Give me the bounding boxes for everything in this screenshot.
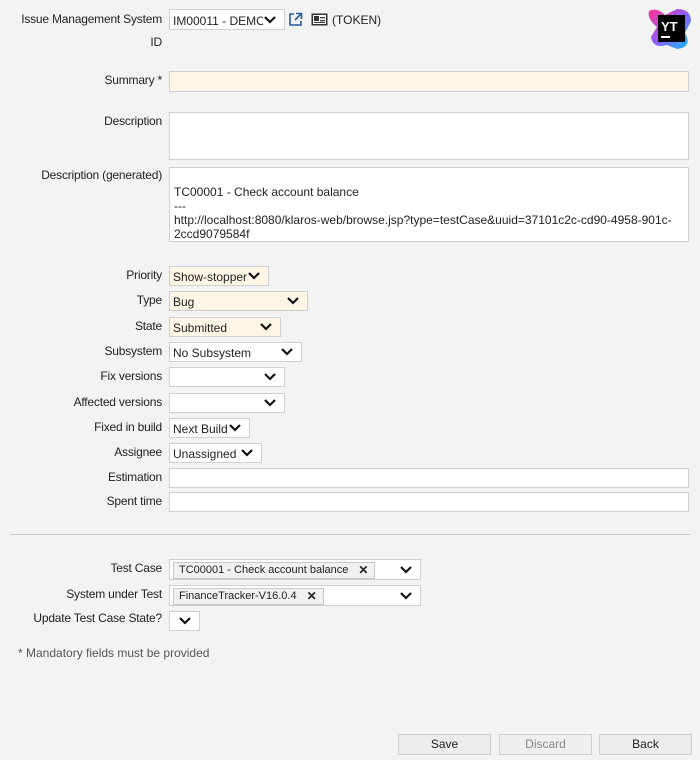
fix-versions-select[interactable] bbox=[169, 367, 285, 387]
youtrack-logo: YT bbox=[647, 7, 694, 52]
chevron-down-icon bbox=[286, 296, 302, 306]
section-divider bbox=[10, 534, 691, 535]
assignee-value: Unassigned bbox=[173, 447, 237, 461]
chevron-down-icon bbox=[259, 322, 275, 332]
test-case-tag-label: TC00001 - Check account balance bbox=[179, 564, 349, 576]
ims-id-value: IM00011 - DEMO bbox=[173, 13, 263, 28]
subsystem-value: No Subsystem bbox=[173, 346, 252, 360]
ims-id-label-line2: ID bbox=[150, 35, 162, 49]
subsystem-select[interactable]: No Subsystem bbox=[169, 342, 302, 362]
update-test-case-state-label: Update Test Case State? bbox=[33, 611, 162, 625]
spent-time-input[interactable] bbox=[169, 492, 689, 512]
system-under-test-select[interactable]: FinanceTracker-V16.0.4 ✕ bbox=[169, 585, 421, 606]
chevron-down-icon bbox=[263, 372, 279, 382]
state-value: Submitted bbox=[173, 321, 228, 335]
save-button[interactable]: Save bbox=[398, 734, 491, 755]
test-case-label: Test Case bbox=[110, 561, 162, 575]
priority-value: Show-stopper bbox=[173, 270, 247, 284]
state-select[interactable]: Submitted bbox=[169, 317, 281, 337]
priority-label: Priority bbox=[126, 268, 162, 282]
summary-label: Summary * bbox=[104, 73, 162, 87]
remove-tag-icon[interactable]: ✕ bbox=[358, 563, 368, 577]
chevron-down-icon bbox=[178, 616, 194, 626]
chevron-down-icon bbox=[228, 423, 244, 433]
fixed-in-build-value: Next Build bbox=[173, 422, 228, 436]
estimation-label: Estimation bbox=[107, 470, 162, 484]
id-card-icon[interactable] bbox=[311, 13, 328, 29]
system-under-test-tag-label: FinanceTracker-V16.0.4 bbox=[179, 590, 297, 602]
chevron-down-icon bbox=[399, 565, 415, 575]
type-select[interactable]: Bug bbox=[169, 291, 308, 311]
chevron-down-icon bbox=[263, 15, 279, 25]
external-link-icon[interactable] bbox=[288, 12, 303, 30]
generated-line: TC00001 - Check account balance bbox=[174, 185, 359, 199]
description-generated-label: Description (generated) bbox=[41, 168, 162, 182]
system-under-test-tag: FinanceTracker-V16.0.4 ✕ bbox=[173, 587, 324, 605]
type-label: Type bbox=[136, 293, 162, 307]
chevron-down-icon bbox=[263, 398, 279, 408]
affected-versions-select[interactable] bbox=[169, 393, 285, 413]
generated-line: http://localhost:8080/klaros-web/browse.… bbox=[174, 213, 672, 227]
fixed-in-build-select[interactable]: Next Build bbox=[169, 418, 250, 438]
test-case-tag: TC00001 - Check account balance ✕ bbox=[173, 561, 376, 579]
back-button[interactable]: Back bbox=[599, 734, 692, 755]
chevron-down-icon bbox=[399, 591, 415, 601]
fix-versions-value bbox=[173, 376, 263, 378]
assignee-label: Assignee bbox=[114, 445, 162, 459]
system-under-test-label: System under Test bbox=[66, 587, 162, 601]
fixed-in-build-label: Fixed in build bbox=[94, 420, 162, 434]
subsystem-label: Subsystem bbox=[104, 344, 162, 358]
chevron-down-icon bbox=[240, 448, 256, 458]
priority-select[interactable]: Show-stopper bbox=[169, 266, 269, 286]
chevron-down-icon bbox=[280, 347, 296, 357]
description-textarea[interactable] bbox=[169, 112, 689, 160]
fix-versions-label: Fix versions bbox=[100, 369, 162, 383]
summary-input[interactable] bbox=[169, 71, 689, 92]
description-generated-box: TC00001 - Check account balance --- http… bbox=[169, 167, 689, 242]
affected-versions-value bbox=[173, 402, 263, 404]
assignee-select[interactable]: Unassigned bbox=[169, 443, 262, 463]
type-value: Bug bbox=[173, 295, 195, 309]
test-case-select[interactable]: TC00001 - Check account balance ✕ bbox=[169, 559, 421, 580]
ims-id-label-line1: Issue Management System bbox=[21, 12, 162, 26]
logo-text: YT bbox=[661, 19, 678, 34]
test-case-tags: TC00001 - Check account balance ✕ bbox=[170, 561, 399, 579]
ims-id-select[interactable]: IM00011 - DEMO bbox=[169, 9, 285, 30]
estimation-input[interactable] bbox=[169, 468, 689, 488]
ims-id-label: Issue Management System ID bbox=[21, 12, 162, 50]
token-text: (TOKEN) bbox=[332, 13, 382, 27]
mandatory-note: * Mandatory fields must be provided bbox=[18, 646, 210, 660]
state-label: State bbox=[134, 319, 162, 333]
discard-button[interactable]: Discard bbox=[499, 734, 592, 755]
system-under-test-tags: FinanceTracker-V16.0.4 ✕ bbox=[170, 587, 399, 605]
description-label: Description bbox=[104, 114, 162, 128]
generated-line: --- bbox=[174, 199, 186, 213]
chevron-down-icon bbox=[247, 271, 263, 281]
affected-versions-label: Affected versions bbox=[73, 395, 163, 409]
generated-line: 2ccd9079584f bbox=[174, 227, 250, 241]
update-test-case-state-select[interactable] bbox=[169, 611, 200, 631]
remove-tag-icon[interactable]: ✕ bbox=[307, 589, 317, 603]
spent-time-label: Spent time bbox=[106, 494, 163, 508]
